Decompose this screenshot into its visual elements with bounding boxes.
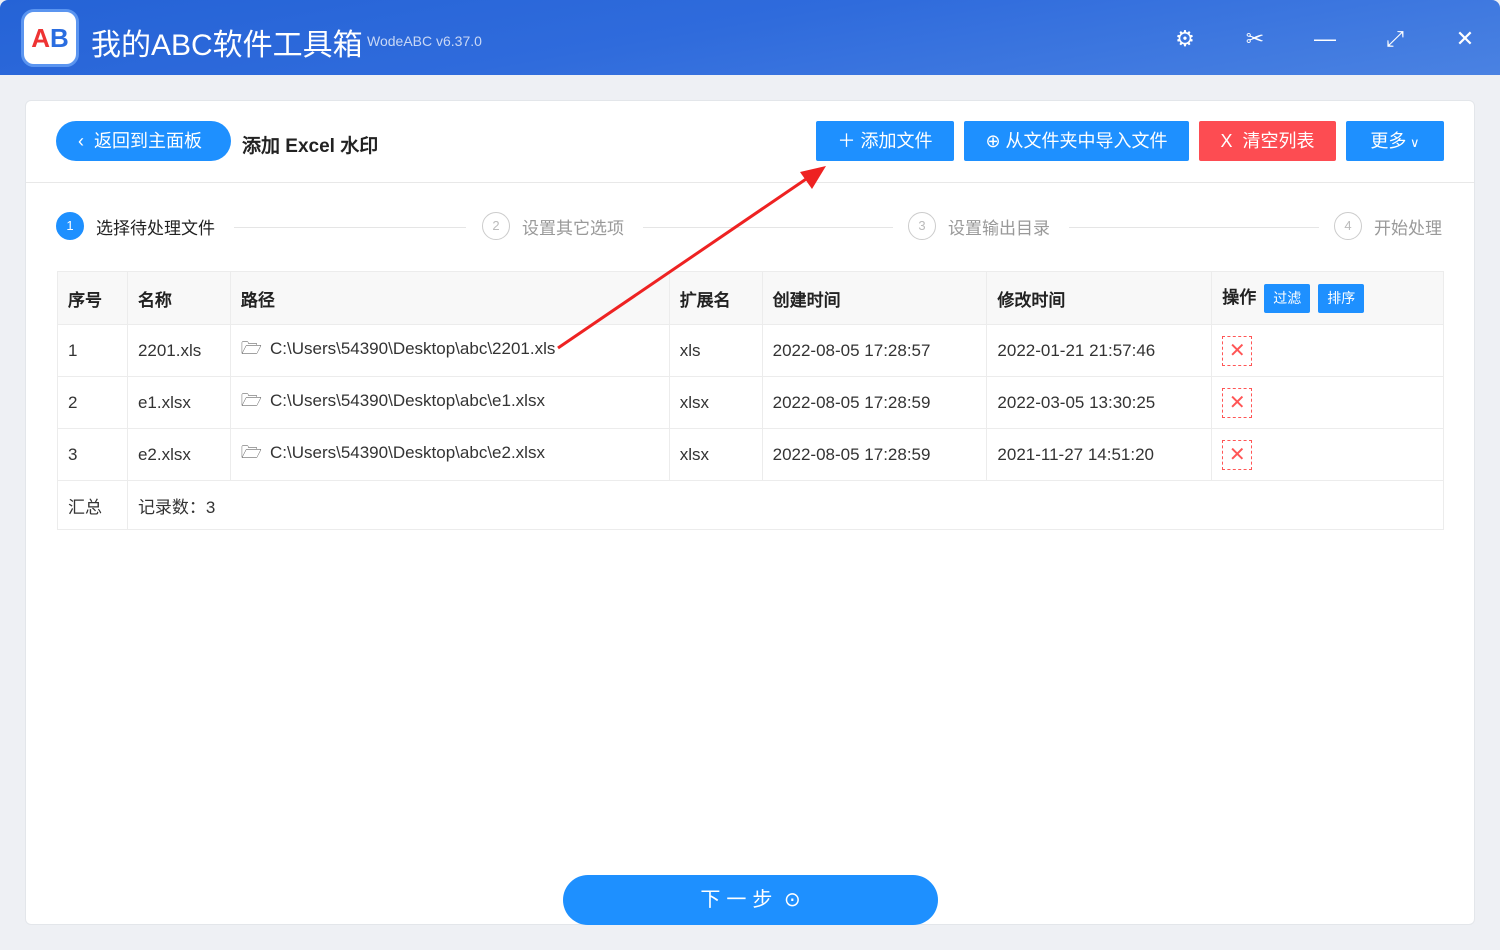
folder-icon: 🗁 [240, 443, 262, 462]
clear-list-button[interactable]: X 清空列表 [1199, 121, 1336, 161]
delete-icon[interactable]: ✕ [1222, 335, 1253, 366]
sort-button[interactable]: 排序 [1318, 284, 1365, 313]
summary-value: 记录数：3 [126, 480, 1445, 530]
summary-row: 汇总 记录数：3 [57, 480, 1445, 530]
delete-icon[interactable]: ✕ [1222, 387, 1253, 418]
cell-name: 2201.xls [126, 324, 231, 377]
cell-ext: xlsx [668, 428, 763, 481]
cell-ext: xlsx [668, 376, 763, 429]
cell-path: 🗁 C:\Users\54390\Desktop\abc\e1.xlsx [229, 376, 670, 429]
settings-icon[interactable]: ⚙ [1170, 24, 1200, 54]
app-version: WodeABC v6.37.0 [367, 33, 482, 49]
chevron-down-icon: ∨ [1406, 135, 1420, 150]
maximize-button[interactable]: ⤢ [1380, 24, 1410, 54]
step-3: 3 设置输出目录 [908, 212, 1050, 240]
table-row: 1 2201.xls 🗁 C:\Users\54390\Desktop\abc\22… [57, 324, 1444, 377]
step-2: 2 设置其它选项 [482, 212, 624, 240]
chevron-left-icon: ‹ [78, 131, 94, 151]
step-connector [643, 227, 893, 228]
cell-actions: ✕ [1211, 428, 1444, 481]
app-title: 我的ABC软件工具箱 [91, 29, 363, 62]
cell-modified: 2022-01-21 21:57:46 [986, 324, 1213, 377]
cell-path: 🗁 C:\Users\54390\Desktop\abc\e2.xlsx [229, 428, 670, 481]
delete-icon[interactable]: ✕ [1222, 439, 1253, 470]
table-row: 3 e2.xlsx 🗁 C:\Users\54390\Desktop\abc\e2.… [57, 428, 1444, 481]
col-path: 路径 [229, 271, 670, 325]
app-logo: AB [21, 9, 79, 67]
cell-modified: 2021-11-27 14:51:20 [986, 428, 1213, 481]
x-icon: X [1220, 131, 1243, 151]
title-bar: AB 我的ABC软件工具箱 WodeABC v6.37.0 ⚙ ✂ — ⤢ ✕ [0, 0, 1500, 75]
step-4: 4 开始处理 [1334, 212, 1442, 240]
arrow-right-circle-icon: ⊙ [778, 889, 801, 911]
cell-name: e1.xlsx [126, 376, 231, 429]
next-step-button[interactable]: 下一步 ⊙ [563, 875, 938, 925]
plus-circle-icon: ⊕ [985, 131, 1006, 151]
cell-index: 2 [57, 376, 128, 429]
cell-created: 2022-08-05 17:28:57 [761, 324, 988, 377]
table-header: 序号 名称 路径 扩展名 创建时间 修改时间 操作 过滤 排序 [57, 271, 1444, 325]
folder-icon: 🗁 [240, 339, 262, 358]
page-title: 添加 Excel 水印 [242, 136, 379, 157]
cell-path: 🗁 C:\Users\54390\Desktop\abc\2201.xls [229, 324, 670, 377]
col-modified: 修改时间 [986, 271, 1213, 325]
add-file-button[interactable]: ＋ 添加文件 [816, 121, 954, 161]
step-connector [234, 227, 466, 228]
table-row: 2 e1.xlsx 🗁 C:\Users\54390\Desktop\abc\e1.… [57, 376, 1444, 429]
filter-button[interactable]: 过滤 [1264, 284, 1311, 313]
col-index: 序号 [57, 271, 128, 325]
plus-icon: ＋ [837, 131, 861, 151]
cell-created: 2022-08-05 17:28:59 [761, 376, 988, 429]
cell-created: 2022-08-05 17:28:59 [761, 428, 988, 481]
close-button[interactable]: ✕ [1450, 24, 1480, 54]
col-created: 创建时间 [761, 271, 988, 325]
cell-index: 1 [57, 324, 128, 377]
col-name: 名称 [126, 271, 231, 325]
cell-modified: 2022-03-05 13:30:25 [986, 376, 1213, 429]
folder-icon: 🗁 [240, 391, 262, 410]
summary-label: 汇总 [57, 480, 128, 530]
cell-name: e2.xlsx [126, 428, 231, 481]
cell-actions: ✕ [1211, 376, 1444, 429]
cell-actions: ✕ [1211, 324, 1444, 377]
minimize-button[interactable]: — [1310, 24, 1340, 54]
more-button[interactable]: 更多 ∨ [1346, 121, 1444, 161]
col-actions: 操作 过滤 排序 [1211, 271, 1444, 325]
divider [26, 182, 1474, 183]
step-1: 1 选择待处理文件 [56, 212, 215, 240]
cell-index: 3 [57, 428, 128, 481]
cell-ext: xls [668, 324, 763, 377]
file-table: 序号 名称 路径 扩展名 创建时间 修改时间 操作 过滤 排序 1 2201.xls … [57, 271, 1445, 530]
scissors-icon[interactable]: ✂ [1240, 24, 1270, 54]
import-folder-button[interactable]: ⊕ 从文件夹中导入文件 [964, 121, 1189, 161]
col-ext: 扩展名 [668, 271, 763, 325]
step-connector [1069, 227, 1319, 228]
back-button[interactable]: ‹ 返回到主面板 [56, 121, 231, 161]
